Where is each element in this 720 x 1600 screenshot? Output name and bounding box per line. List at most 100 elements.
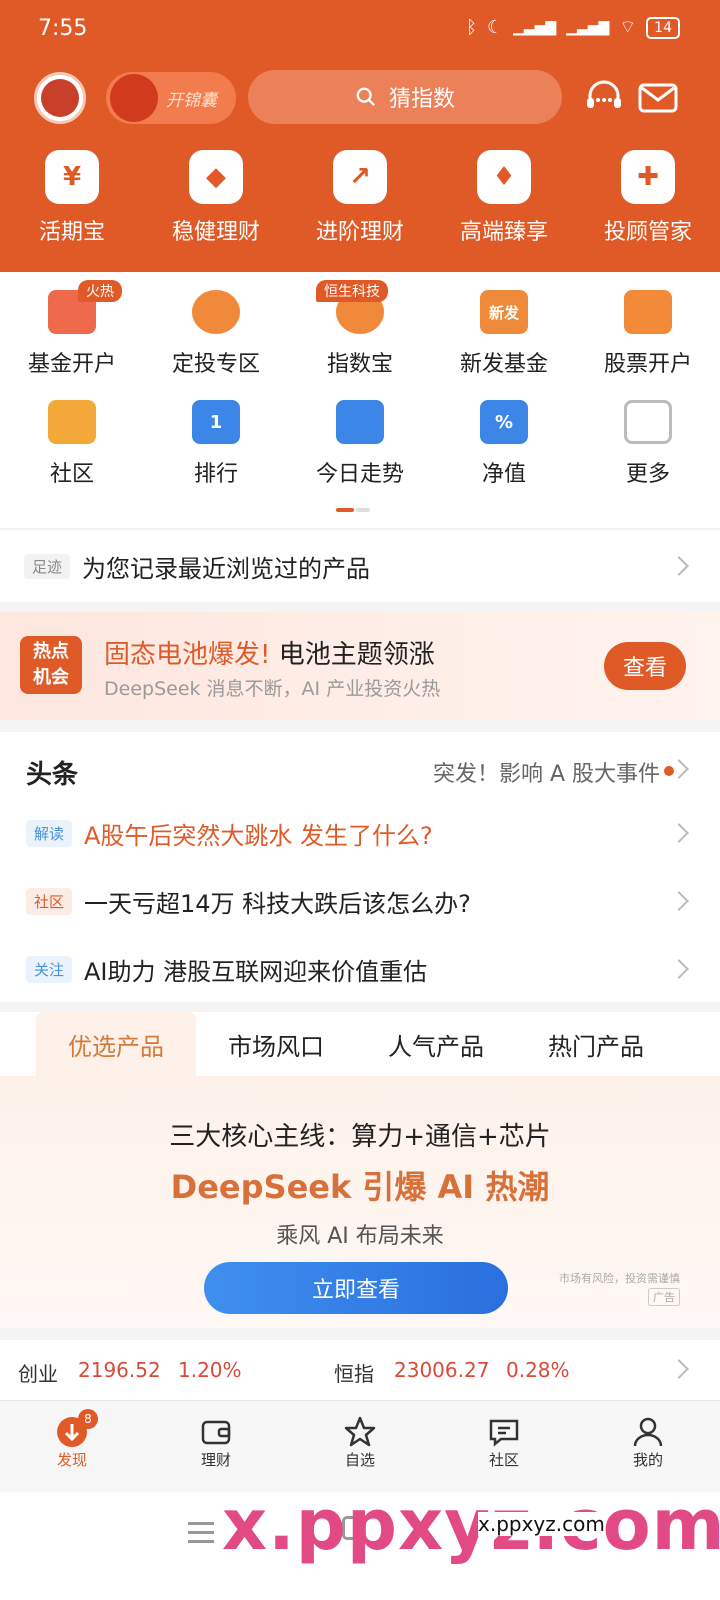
- grid-item-fund-account[interactable]: 火热 基金开户: [0, 280, 144, 378]
- grid-item-label: 新发基金: [459, 352, 548, 377]
- quick-item-label: 高端臻享: [459, 220, 548, 245]
- grid-item-new-fund[interactable]: 新发 新发基金: [432, 290, 576, 378]
- tab-market-trend[interactable]: 市场风口: [196, 1012, 356, 1076]
- alarm-clock-icon: [192, 290, 240, 334]
- quick-item-huoqibao[interactable]: ¥ 活期宝: [0, 150, 144, 260]
- jinnang-button[interactable]: 开锦囊: [106, 72, 236, 124]
- feature-grid: 火热 基金开户 定投专区 恒生科技 指数宝 新发 新发基金 股票开户 社区 1 …: [0, 272, 720, 528]
- badge-line-2: 机会: [33, 667, 69, 688]
- nav-community[interactable]: 社区: [432, 1401, 576, 1492]
- header-bar: 开锦囊 猜指数: [0, 64, 720, 132]
- signal-hd-icon: ▁▃▅▇: [566, 19, 610, 36]
- quick-item-gaoduan[interactable]: ♦ 高端臻享: [432, 150, 576, 260]
- grid-item-stock-account[interactable]: 股票开户: [576, 290, 720, 378]
- news-item[interactable]: 社区 一天亏超14万 科技大跌后该怎么办?: [0, 868, 720, 934]
- quick-item-tougu[interactable]: ✚ 投顾管家: [576, 150, 720, 260]
- grid-item-dingtou[interactable]: 定投专区: [144, 290, 288, 378]
- grid-more-icon: [624, 400, 672, 444]
- page-indicator: [336, 508, 372, 512]
- footprint-pill: 足迹: [24, 553, 71, 579]
- news-title: AI助力 港股互联网迎来价值重估: [84, 957, 428, 986]
- chevron-right-icon: [669, 891, 689, 911]
- chevron-right-icon: [669, 759, 689, 779]
- trend-chart-icon: ↗: [333, 150, 387, 204]
- nav-profile[interactable]: 我的: [576, 1401, 720, 1492]
- news-item[interactable]: 关注 AI助力 港股互联网迎来价值重估: [0, 936, 720, 1002]
- chevron-right-icon: [669, 556, 689, 576]
- headline-breaking-link: 突发！影响 A 股大事件: [432, 762, 660, 787]
- headline-header[interactable]: 头条 突发！影响 A 股大事件: [0, 732, 720, 806]
- view-now-button[interactable]: 立即查看: [204, 1262, 508, 1314]
- hot-headline-rest: 电池主题领涨: [270, 640, 435, 670]
- risk-notice: 市场有风险，投资需谨慎: [559, 1272, 680, 1285]
- grid-item-index[interactable]: 恒生科技 指数宝: [288, 280, 432, 378]
- nav-wealth[interactable]: 理财: [144, 1401, 288, 1492]
- quick-item-jinjie[interactable]: ↗ 进阶理财: [288, 150, 432, 260]
- promo-line-1: 三大核心主线：算力+通信+芯片: [169, 1122, 551, 1152]
- person-icon: [633, 1417, 663, 1447]
- index-value: 23006.27: [394, 1358, 490, 1382]
- search-icon: [356, 87, 376, 107]
- hot-tag: 火热: [78, 280, 122, 302]
- news-tag: 社区: [26, 887, 73, 915]
- nav-watchlist[interactable]: 自选: [288, 1401, 432, 1492]
- top-banner: 7:55 ᛒ ☾ ▁▃▅▇ ▁▃▅▇ ⌔ 14 开锦囊 猜指数 ¥ 活期宝 ◆: [0, 0, 720, 272]
- bottom-nav: 8 发现 理财 自选 社区 我的: [0, 1400, 720, 1492]
- hot-highlight: 固态电池爆发!: [104, 640, 271, 670]
- index-change: 1.20%: [178, 1358, 242, 1382]
- grid-item-ranking[interactable]: 1 排行: [144, 400, 288, 488]
- nav-discover[interactable]: 8 发现: [0, 1401, 144, 1492]
- quick-menu: ¥ 活期宝 ◆ 稳健理财 ↗ 进阶理财 ♦ 高端臻享 ✚ 投顾管家: [0, 150, 720, 260]
- promo-card: 三大核心主线：算力+通信+芯片 DeepSeek 引爆 AI 热潮 乘风 AI …: [0, 1076, 720, 1328]
- grid-item-label: 定投专区: [171, 352, 260, 377]
- grid-item-label: 排行: [193, 462, 238, 487]
- status-bar: 7:55 ᛒ ☾ ▁▃▅▇ ▁▃▅▇ ⌔ 14: [0, 0, 720, 60]
- feature-row-1: 火热 基金开户 定投专区 恒生科技 指数宝 新发 新发基金 股票开户: [0, 280, 720, 378]
- quick-item-wenjian[interactable]: ◆ 稳健理财: [144, 150, 288, 260]
- quick-item-label: 进阶理财: [315, 220, 404, 245]
- menu-icon[interactable]: [188, 1522, 214, 1549]
- nav-label: 我的: [632, 1451, 663, 1469]
- mail-icon[interactable]: [636, 76, 680, 120]
- tab-popular[interactable]: 人气产品: [356, 1012, 516, 1076]
- new-fund-icon: 新发: [480, 290, 528, 334]
- promo-line-2: DeepSeek 引爆 AI 热潮: [170, 1168, 550, 1206]
- wallet-icon: [201, 1420, 231, 1445]
- view-button[interactable]: 查看: [604, 642, 686, 690]
- chevron-right-icon: [669, 823, 689, 843]
- promo-line-3: 乘风 AI 布局未来: [276, 1224, 444, 1249]
- grid-item-more[interactable]: 更多: [576, 400, 720, 488]
- news-item[interactable]: 解读 A股午后突然大跳水 发生了什么?: [0, 800, 720, 866]
- index-ticker[interactable]: 创业 2196.52 1.20% 恒指 23006.27 0.28%: [0, 1340, 720, 1400]
- tab-hot-products[interactable]: 热门产品: [516, 1012, 676, 1076]
- hot-subtitle: DeepSeek 消息不断，AI 产业投资火热: [104, 678, 441, 700]
- advisor-icon: ✚: [621, 150, 675, 204]
- hot-opportunity-banner[interactable]: 热点 机会 固态电池爆发! 电池主题领涨 DeepSeek 消息不断，AI 产业…: [0, 612, 720, 720]
- search-input[interactable]: 猜指数: [248, 70, 562, 124]
- customer-service-icon[interactable]: [582, 76, 626, 120]
- grid-item-today-trend[interactable]: 今日走势: [288, 400, 432, 488]
- grid-item-label: 基金开户: [27, 352, 116, 377]
- chat-bubble-icon: [48, 400, 96, 444]
- trophy-icon: 1: [192, 400, 240, 444]
- tab-featured[interactable]: 优选产品: [36, 1012, 196, 1076]
- nav-label: 发现: [56, 1451, 87, 1469]
- avatar-image: [41, 79, 79, 117]
- chevron-right-icon: [669, 1359, 689, 1379]
- ad-label: 广告: [648, 1288, 680, 1306]
- footprint-row[interactable]: 足迹 为您记录最近浏览过的产品: [0, 530, 720, 602]
- signal-hd-icon: ▁▃▅▇: [513, 19, 557, 36]
- stock-chart-icon: [624, 290, 672, 334]
- index-name: 恒指: [334, 1362, 374, 1386]
- status-icons: ᛒ ☾ ▁▃▅▇ ▁▃▅▇ ⌔ 14: [466, 16, 680, 39]
- quick-item-label: 稳健理财: [171, 220, 260, 245]
- battery-indicator: 14: [646, 16, 680, 39]
- grid-item-nav[interactable]: % 净值: [432, 400, 576, 488]
- avatar[interactable]: [34, 72, 86, 124]
- bluetooth-icon: ᛒ: [466, 17, 477, 38]
- money-bag-icon: ¥: [45, 150, 99, 204]
- grid-item-community[interactable]: 社区: [0, 400, 144, 488]
- product-tabs: 优选产品 市场风口 人气产品 热门产品: [0, 1012, 720, 1076]
- jinnang-label: 开锦囊: [166, 90, 217, 111]
- hangseng-tag: 恒生科技: [316, 280, 388, 302]
